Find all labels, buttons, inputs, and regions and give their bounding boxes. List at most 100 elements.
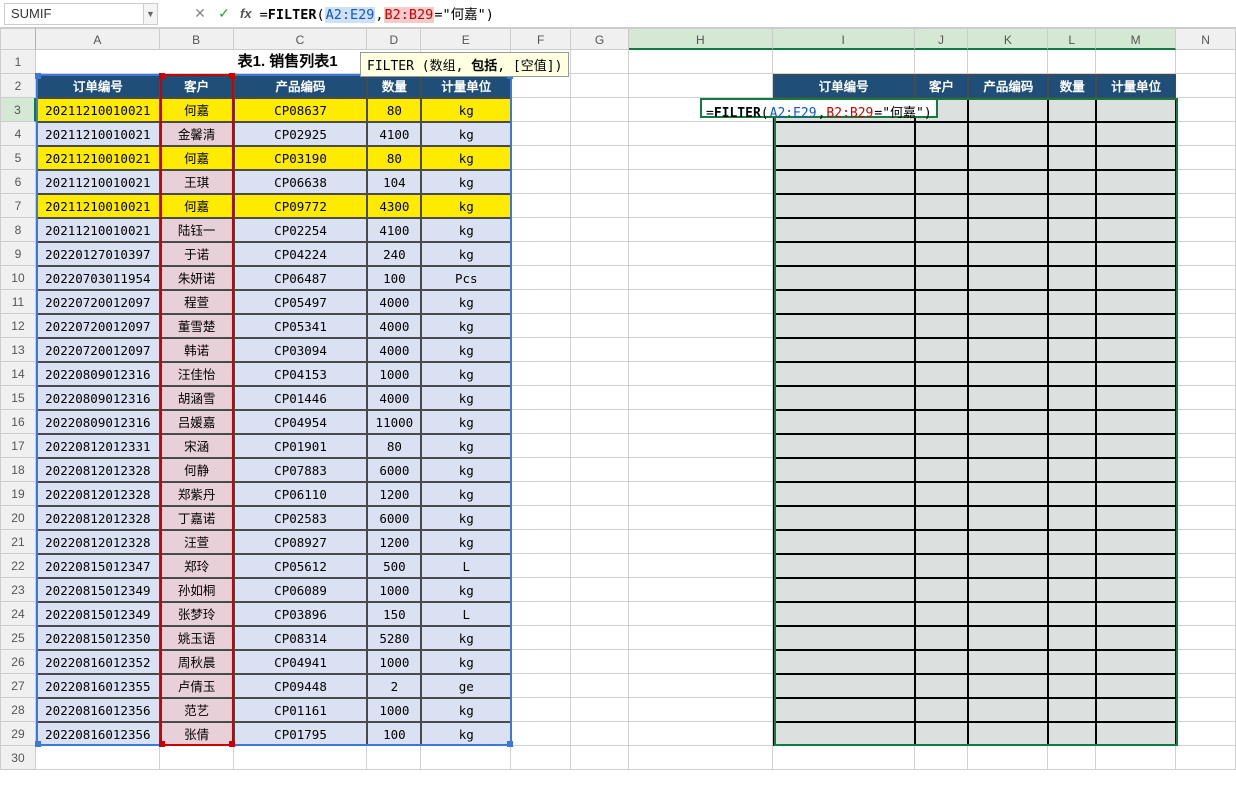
cell[interactable] (1176, 146, 1236, 170)
cell[interactable] (968, 386, 1048, 410)
cell[interactable]: L (421, 602, 511, 626)
cell[interactable]: 何嘉 (160, 194, 234, 218)
cell[interactable] (773, 314, 915, 338)
cell[interactable]: 20220720012097 (36, 290, 160, 314)
row-header[interactable]: 28 (0, 698, 36, 722)
cell[interactable] (629, 674, 773, 698)
cell[interactable]: 计量单位 (421, 74, 511, 98)
cell[interactable] (629, 266, 773, 290)
cell[interactable]: kg (421, 146, 511, 170)
cell[interactable] (915, 122, 969, 146)
cell[interactable]: 4000 (367, 314, 421, 338)
cell[interactable]: kg (421, 98, 511, 122)
cell[interactable]: 计量单位 (1096, 74, 1176, 98)
cell[interactable]: kg (421, 410, 511, 434)
cell[interactable]: 订单编号 (773, 74, 915, 98)
cell[interactable]: kg (421, 578, 511, 602)
cell[interactable] (1048, 338, 1096, 362)
cell[interactable] (571, 146, 629, 170)
cell[interactable]: 11000 (367, 410, 421, 434)
cell[interactable] (773, 386, 915, 410)
cell[interactable]: kg (421, 530, 511, 554)
cell[interactable]: 20211210010021 (36, 122, 160, 146)
cell[interactable] (1048, 290, 1096, 314)
cell[interactable] (1096, 170, 1176, 194)
cell[interactable] (773, 746, 915, 770)
cell[interactable] (629, 506, 773, 530)
cell[interactable] (629, 146, 773, 170)
cell[interactable] (1176, 386, 1236, 410)
cell[interactable] (234, 746, 368, 770)
cell[interactable] (1096, 122, 1176, 146)
cell[interactable] (511, 722, 571, 746)
cell[interactable] (1176, 50, 1236, 74)
cell[interactable] (1048, 50, 1096, 74)
cell[interactable]: 150 (367, 602, 421, 626)
col-header[interactable]: C (234, 28, 368, 50)
cell[interactable] (1176, 362, 1236, 386)
row-header[interactable]: 20 (0, 506, 36, 530)
cell[interactable] (915, 530, 969, 554)
row-header[interactable]: 3 (0, 98, 36, 122)
cell[interactable] (1048, 650, 1096, 674)
cell[interactable] (1048, 698, 1096, 722)
cell[interactable]: 丁嘉诺 (160, 506, 234, 530)
cell[interactable]: 1200 (367, 482, 421, 506)
cell[interactable]: L (421, 554, 511, 578)
cell[interactable] (773, 122, 915, 146)
cell[interactable]: 20220812012331 (36, 434, 160, 458)
row-header[interactable]: 4 (0, 122, 36, 146)
cell[interactable] (511, 530, 571, 554)
cell[interactable]: 1000 (367, 362, 421, 386)
cell[interactable] (1048, 626, 1096, 650)
cell[interactable]: 数量 (1048, 74, 1096, 98)
cell[interactable] (968, 602, 1048, 626)
cell[interactable]: kg (421, 362, 511, 386)
cell[interactable] (511, 746, 571, 770)
row-header[interactable]: 11 (0, 290, 36, 314)
cell[interactable] (571, 458, 629, 482)
cell[interactable] (1048, 218, 1096, 242)
row-header[interactable]: 5 (0, 146, 36, 170)
cell[interactable] (968, 50, 1048, 74)
cell[interactable]: 4100 (367, 218, 421, 242)
cell[interactable]: 订单编号 (36, 74, 160, 98)
cell[interactable]: 20220812012328 (36, 506, 160, 530)
row-header[interactable]: 18 (0, 458, 36, 482)
cell[interactable] (915, 362, 969, 386)
cell[interactable]: 80 (367, 98, 421, 122)
cell[interactable] (571, 386, 629, 410)
cell[interactable] (571, 50, 629, 74)
cell[interactable] (1176, 410, 1236, 434)
cell[interactable] (1048, 602, 1096, 626)
cell[interactable] (629, 482, 773, 506)
cell[interactable] (571, 482, 629, 506)
cell[interactable] (571, 554, 629, 578)
cell[interactable] (968, 410, 1048, 434)
cell[interactable] (1096, 482, 1176, 506)
cell[interactable] (1096, 674, 1176, 698)
cell[interactable] (571, 434, 629, 458)
cell[interactable]: 20211210010021 (36, 194, 160, 218)
cell[interactable] (511, 194, 571, 218)
cell[interactable]: 80 (367, 434, 421, 458)
cell[interactable]: 20220815012349 (36, 602, 160, 626)
cell[interactable]: kg (421, 194, 511, 218)
cell[interactable]: CP04954 (234, 410, 368, 434)
cell[interactable]: 汪佳怡 (160, 362, 234, 386)
cell[interactable] (773, 602, 915, 626)
cell[interactable]: 何嘉 (160, 98, 234, 122)
cell[interactable] (1048, 266, 1096, 290)
col-header[interactable]: G (571, 28, 629, 50)
cell[interactable] (1176, 434, 1236, 458)
cell[interactable]: 卢倩玉 (160, 674, 234, 698)
cell[interactable] (1176, 578, 1236, 602)
cell[interactable] (968, 626, 1048, 650)
cell[interactable] (1096, 434, 1176, 458)
cell[interactable] (1176, 650, 1236, 674)
cell[interactable]: 范艺 (160, 698, 234, 722)
cell[interactable] (915, 578, 969, 602)
cell[interactable] (1096, 290, 1176, 314)
cell[interactable] (968, 674, 1048, 698)
row-header[interactable]: 21 (0, 530, 36, 554)
